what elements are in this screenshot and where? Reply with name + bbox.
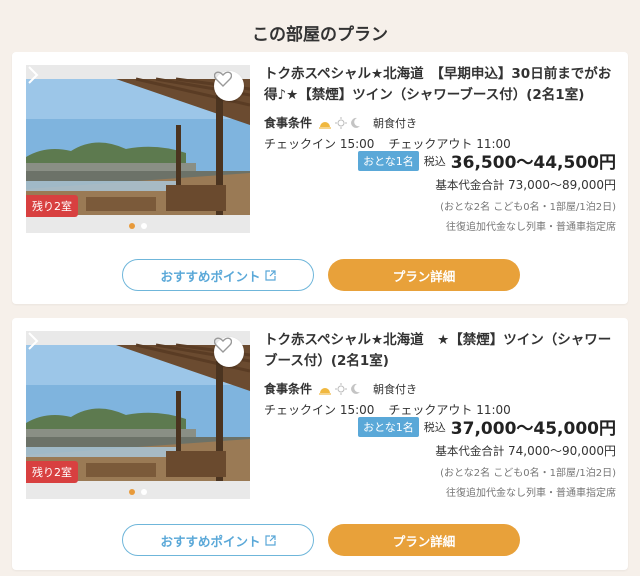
external-link-icon: [264, 269, 276, 281]
section-title: この部屋のプラン: [252, 25, 388, 45]
plan-title[interactable]: トク赤スペシャル★北海道 【早期申込】30日前までがお得♪★【禁煙】ツイン（シャ…: [264, 64, 622, 106]
plan-info: トク赤スペシャル★北海道 ★【禁煙】ツイン（シャワーブース付）(2名1室) 食事…: [264, 330, 622, 418]
plan-detail-button[interactable]: プラン詳細: [328, 259, 520, 291]
remaining-rooms-badge: 残り2室: [26, 461, 78, 483]
meal-label: 食事条件: [264, 116, 313, 130]
guest-badge: おとな1名: [358, 416, 419, 437]
room-photo[interactable]: 残り2室: [26, 331, 250, 499]
carousel-dot-active[interactable]: [129, 489, 135, 495]
total-label: 基本代金合計: [435, 178, 505, 192]
morning-sun-icon: [319, 387, 332, 395]
carousel-dots: [26, 223, 250, 229]
transport-note: 往復追加代金なし列車・普通車指定席: [446, 488, 616, 499]
recommend-points-button[interactable]: おすすめポイント: [122, 259, 314, 291]
carousel-dots: [26, 489, 250, 495]
recommend-points-button[interactable]: おすすめポイント: [122, 524, 314, 556]
external-link-icon: [264, 534, 276, 546]
meal-icons: [318, 116, 361, 129]
remaining-rooms-badge: 残り2室: [26, 195, 78, 217]
heart-icon: [214, 71, 232, 87]
plan-detail-button[interactable]: プラン詳細: [328, 524, 520, 556]
day-sun-icon: [335, 382, 348, 395]
carousel-dot[interactable]: [141, 489, 147, 495]
price-block: おとな1名 税込 36,500〜44,500円 基本代金合計 73,000〜89…: [356, 148, 616, 233]
total-row: 基本代金合計 73,000〜89,000円: [356, 176, 616, 193]
guest-breakdown: (おとな2名 こども0名・1部屋/1泊2日): [440, 468, 616, 479]
price-block: おとな1名 税込 37,000〜45,000円 基本代金合計 74,000〜90…: [356, 414, 616, 499]
moon-icon: [351, 117, 361, 128]
meal-row: 食事条件 朝食付き: [264, 114, 622, 131]
tax-label: 税込: [423, 154, 446, 168]
plan-info: トク赤スペシャル★北海道 【早期申込】30日前までがお得♪★【禁煙】ツイン（シャ…: [264, 64, 622, 152]
total-label: 基本代金合計: [435, 444, 505, 458]
chevron-right-icon[interactable]: [26, 331, 40, 351]
heart-icon: [214, 337, 232, 353]
plan-card: 残り2室 トク赤スペシャル★北海道 ★【禁煙】ツイン（シャワーブース付）(2名1…: [12, 318, 628, 570]
favorite-button[interactable]: [214, 71, 244, 101]
transport-note: 往復追加代金なし列車・普通車指定席: [446, 222, 616, 233]
meal-text: 朝食付き: [373, 116, 418, 130]
price-row: おとな1名 税込 37,000〜45,000円: [356, 414, 616, 439]
recommend-points-label: おすすめポイント: [160, 268, 261, 284]
price: 37,000〜45,000円: [450, 419, 616, 439]
total-row: 基本代金合計 74,000〜90,000円: [356, 442, 616, 459]
total-amount: 73,000〜89,000円: [508, 178, 616, 192]
favorite-button[interactable]: [214, 337, 244, 367]
total-amount: 74,000〜90,000円: [508, 444, 616, 458]
meal-icons: [318, 382, 361, 395]
price-row: おとな1名 税込 36,500〜44,500円: [356, 148, 616, 173]
guest-breakdown: (おとな2名 こども0名・1部屋/1泊2日): [440, 202, 616, 213]
day-sun-icon: [335, 116, 348, 129]
meal-label: 食事条件: [264, 382, 313, 396]
plan-card: 残り2室 トク赤スペシャル★北海道 【早期申込】30日前までがお得♪★【禁煙】ツ…: [12, 52, 628, 304]
carousel-dot-active[interactable]: [129, 223, 135, 229]
recommend-points-label: おすすめポイント: [160, 533, 261, 549]
meal-text: 朝食付き: [373, 382, 418, 396]
morning-sun-icon: [319, 121, 332, 129]
guest-badge: おとな1名: [358, 150, 419, 171]
plan-title[interactable]: トク赤スペシャル★北海道 ★【禁煙】ツイン（シャワーブース付）(2名1室): [264, 330, 622, 372]
moon-icon: [351, 383, 361, 394]
meal-row: 食事条件 朝食付き: [264, 380, 622, 397]
chevron-right-icon[interactable]: [26, 65, 40, 85]
tax-label: 税込: [423, 420, 446, 434]
room-photo[interactable]: 残り2室: [26, 65, 250, 233]
carousel-dot[interactable]: [141, 223, 147, 229]
price: 36,500〜44,500円: [450, 153, 616, 173]
